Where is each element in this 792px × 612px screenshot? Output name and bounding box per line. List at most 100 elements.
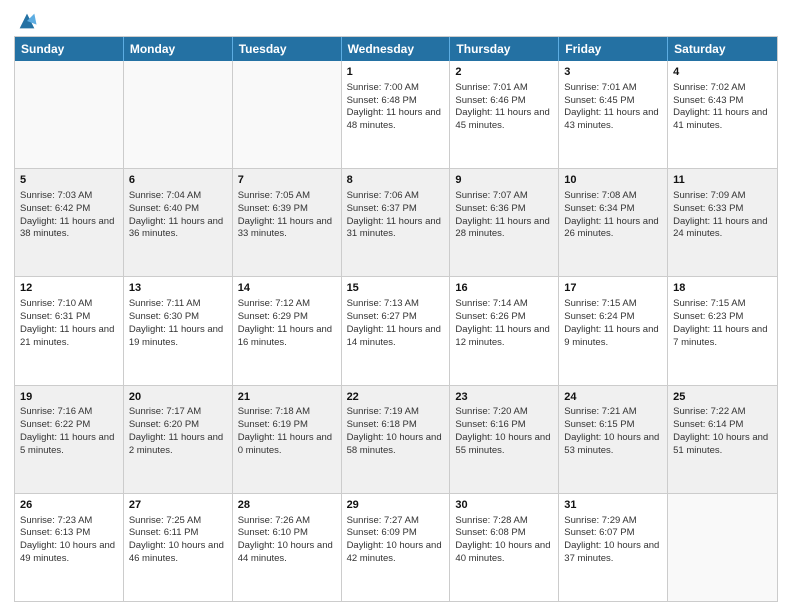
sunset-text: Sunset: 6:33 PM [673, 203, 772, 216]
sunrise-text: Sunrise: 7:21 AM [564, 406, 662, 419]
day-number: 12 [20, 281, 118, 296]
calendar-cell [233, 61, 342, 168]
day-number: 26 [20, 498, 118, 513]
calendar-cell: 31Sunrise: 7:29 AMSunset: 6:07 PMDayligh… [559, 494, 668, 601]
daylight-text: Daylight: 11 hours and 0 minutes. [238, 432, 336, 458]
daylight-text: Daylight: 10 hours and 55 minutes. [455, 432, 553, 458]
day-number: 7 [238, 173, 336, 188]
sunset-text: Sunset: 6:13 PM [20, 527, 118, 540]
calendar-cell: 14Sunrise: 7:12 AMSunset: 6:29 PMDayligh… [233, 277, 342, 384]
sunrise-text: Sunrise: 7:07 AM [455, 190, 553, 203]
calendar-row-3: 19Sunrise: 7:16 AMSunset: 6:22 PMDayligh… [15, 386, 777, 494]
daylight-text: Daylight: 10 hours and 53 minutes. [564, 432, 662, 458]
sunrise-text: Sunrise: 7:13 AM [347, 298, 445, 311]
calendar-cell: 16Sunrise: 7:14 AMSunset: 6:26 PMDayligh… [450, 277, 559, 384]
sunset-text: Sunset: 6:23 PM [673, 311, 772, 324]
sunrise-text: Sunrise: 7:18 AM [238, 406, 336, 419]
sunrise-text: Sunrise: 7:10 AM [20, 298, 118, 311]
sunset-text: Sunset: 6:10 PM [238, 527, 336, 540]
daylight-text: Daylight: 10 hours and 42 minutes. [347, 540, 445, 566]
sunrise-text: Sunrise: 7:06 AM [347, 190, 445, 203]
calendar-row-2: 12 Sunrise: 7:10 AMSunset: 6:31 PM Dayligh… [15, 277, 777, 385]
day-number: 2 [455, 65, 553, 80]
daylight-text: Daylight: 11 hours and 33 minutes. [238, 216, 336, 242]
calendar-cell: 26Sunrise: 7:23 AMSunset: 6:13 PMDayligh… [15, 494, 124, 601]
daylight-text: Daylight: 10 hours and 51 minutes. [673, 432, 772, 458]
day-number: 5 [20, 173, 118, 188]
sunrise-text: Sunrise: 7:17 AM [129, 406, 227, 419]
calendar-header: SundayMondayTuesdayWednesdayThursdayFrid… [15, 37, 777, 61]
header-day-wednesday: Wednesday [342, 37, 451, 61]
calendar-cell: 17Sunrise: 7:15 AMSunset: 6:24 PMDayligh… [559, 277, 668, 384]
sunrise-text: Sunrise: 7:22 AM [673, 406, 772, 419]
daylight-text: Daylight: 11 hours and 16 minutes. [238, 324, 336, 350]
day-number: 18 [673, 281, 772, 296]
sunrise-text: Sunrise: 7:05 AM [238, 190, 336, 203]
sunrise-text: Sunrise: 7:01 AM [455, 82, 553, 95]
calendar-cell: 7Sunrise: 7:05 AMSunset: 6:39 PMDaylight… [233, 169, 342, 276]
calendar-cell: 22Sunrise: 7:19 AMSunset: 6:18 PMDayligh… [342, 386, 451, 493]
day-number: 19 [20, 390, 118, 405]
calendar-row-0: 1Sunrise: 7:00 AMSunset: 6:48 PMDaylight… [15, 61, 777, 169]
header-day-sunday: Sunday [15, 37, 124, 61]
daylight-text: Daylight: 10 hours and 49 minutes. [20, 540, 118, 566]
sunset-text: Sunset: 6:08 PM [455, 527, 553, 540]
sunset-text: Sunset: 6:07 PM [564, 527, 662, 540]
daylight-text: Daylight: 11 hours and 45 minutes. [455, 107, 553, 133]
daylight-text: Daylight: 10 hours and 40 minutes. [455, 540, 553, 566]
day-number: 28 [238, 498, 336, 513]
calendar-cell: 30Sunrise: 7:28 AMSunset: 6:08 PMDayligh… [450, 494, 559, 601]
logo [14, 14, 38, 30]
sunrise-text: Sunrise: 7:02 AM [673, 82, 772, 95]
day-number: 11 [673, 173, 772, 188]
calendar-cell [124, 61, 233, 168]
day-number: 31 [564, 498, 662, 513]
header-day-thursday: Thursday [450, 37, 559, 61]
sunset-text: Sunset: 6:36 PM [455, 203, 553, 216]
sunrise-text: Sunrise: 7:15 AM [564, 298, 662, 311]
calendar-cell: 25Sunrise: 7:22 AMSunset: 6:14 PMDayligh… [668, 386, 777, 493]
daylight-text: Daylight: 11 hours and 5 minutes. [20, 432, 118, 458]
sunrise-text: Sunrise: 7:19 AM [347, 406, 445, 419]
header-day-friday: Friday [559, 37, 668, 61]
sunrise-text: Sunrise: 7:16 AM [20, 406, 118, 419]
day-number: 24 [564, 390, 662, 405]
day-number: 6 [129, 173, 227, 188]
day-number: 21 [238, 390, 336, 405]
calendar-cell: 5Sunrise: 7:03 AMSunset: 6:42 PMDaylight… [15, 169, 124, 276]
day-number: 10 [564, 173, 662, 188]
daylight-text: Daylight: 11 hours and 12 minutes. [455, 324, 553, 350]
daylight-text: Daylight: 11 hours and 14 minutes. [347, 324, 445, 350]
sunset-text: Sunset: 6:19 PM [238, 419, 336, 432]
daylight-text: Daylight: 11 hours and 36 minutes. [129, 216, 227, 242]
calendar-cell: 9Sunrise: 7:07 AMSunset: 6:36 PMDaylight… [450, 169, 559, 276]
sunrise-text: Sunrise: 7:04 AM [129, 190, 227, 203]
calendar-row-4: 26Sunrise: 7:23 AMSunset: 6:13 PMDayligh… [15, 494, 777, 601]
daylight-text: Daylight: 11 hours and 26 minutes. [564, 216, 662, 242]
header-day-monday: Monday [124, 37, 233, 61]
daylight-text: Daylight: 11 hours and 19 minutes. [129, 324, 227, 350]
day-number: 22 [347, 390, 445, 405]
sunrise-text: Sunrise: 7:09 AM [673, 190, 772, 203]
day-number: 20 [129, 390, 227, 405]
sunset-text: Sunset: 6:31 PM [20, 311, 118, 324]
day-number: 16 [455, 281, 553, 296]
day-number: 27 [129, 498, 227, 513]
daylight-text: Daylight: 11 hours and 38 minutes. [20, 216, 118, 242]
sunrise-text: Sunrise: 7:15 AM [673, 298, 772, 311]
sunrise-text: Sunrise: 7:08 AM [564, 190, 662, 203]
daylight-text: Daylight: 11 hours and 9 minutes. [564, 324, 662, 350]
sunrise-text: Sunrise: 7:01 AM [564, 82, 662, 95]
calendar: SundayMondayTuesdayWednesdayThursdayFrid… [14, 36, 778, 602]
calendar-cell [15, 61, 124, 168]
calendar-cell: 3Sunrise: 7:01 AMSunset: 6:45 PMDaylight… [559, 61, 668, 168]
day-number: 3 [564, 65, 662, 80]
sunset-text: Sunset: 6:46 PM [455, 95, 553, 108]
day-number: 4 [673, 65, 772, 80]
sunset-text: Sunset: 6:45 PM [564, 95, 662, 108]
sunset-text: Sunset: 6:30 PM [129, 311, 227, 324]
calendar-cell: 21Sunrise: 7:18 AMSunset: 6:19 PMDayligh… [233, 386, 342, 493]
sunset-text: Sunset: 6:22 PM [20, 419, 118, 432]
logo-icon [16, 10, 38, 32]
sunset-text: Sunset: 6:26 PM [455, 311, 553, 324]
